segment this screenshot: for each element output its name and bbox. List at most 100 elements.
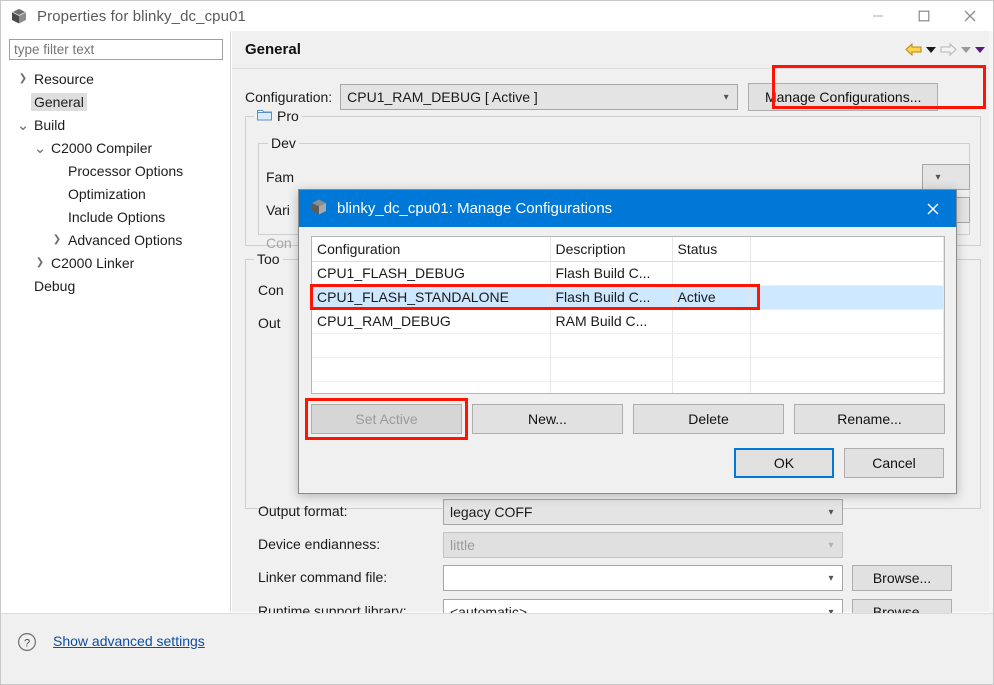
table-row[interactable] — [312, 381, 944, 393]
column-header-description[interactable]: Description — [550, 237, 673, 262]
dialog-cancel-button[interactable]: Cancel — [844, 448, 944, 478]
page-header: General — [232, 31, 993, 69]
column-header-status[interactable]: Status — [672, 237, 751, 262]
cell-description: Flash Build C... — [550, 261, 673, 286]
chevron-down-icon: ▾ — [935, 171, 941, 183]
column-header-configuration[interactable]: Configuration — [312, 237, 551, 262]
device-group-title: Dev — [268, 135, 299, 151]
sidebar-item-c2000-compiler[interactable]: ⌄ C2000 Compiler — [9, 136, 222, 159]
rename-configuration-button[interactable]: Rename... — [794, 404, 945, 434]
cell-configuration — [312, 333, 551, 358]
question-mark-icon[interactable]: ? — [17, 632, 37, 652]
sidebar-item-c2000-linker[interactable]: ❯ C2000 Linker — [9, 251, 222, 274]
sidebar-item-resource[interactable]: ❯ Resource — [9, 67, 222, 90]
manage-configurations-dialog: blinky_dc_cpu01: Manage Configurations C… — [298, 189, 957, 494]
ok-button[interactable]: OK — [734, 448, 834, 478]
field-select-2[interactable]: ▾ — [443, 565, 843, 591]
table-row[interactable]: CPU1_RAM_DEBUG RAM Build C... — [312, 309, 944, 334]
back-history-chevron-down-icon[interactable] — [926, 46, 936, 54]
configuration-select[interactable]: CPU1_RAM_DEBUG [ Active ] ▾ — [340, 84, 739, 110]
cell-status — [672, 381, 751, 393]
configurations-table-wrap: Configuration Description Status CPU1_FL… — [311, 236, 945, 394]
svg-text:?: ? — [24, 637, 30, 649]
cell-blank — [750, 261, 944, 286]
back-arrow-icon[interactable] — [905, 42, 922, 57]
configuration-actions: Set Active New... Delete Rename... — [311, 404, 945, 434]
delete-configuration-button[interactable]: Delete — [633, 404, 784, 434]
cell-blank — [750, 357, 944, 382]
dialog-footer: ? Show advanced settings Apply and Close… — [1, 613, 993, 684]
forward-arrow-icon[interactable] — [940, 42, 957, 57]
window-title: Properties for blinky_dc_cpu01 — [37, 7, 246, 25]
cell-status: Active — [672, 285, 751, 310]
sidebar-item-advanced-options[interactable]: ❯ Advanced Options — [9, 228, 222, 251]
sidebar-item-label: Processor Options — [68, 162, 184, 179]
window-controls — [855, 1, 993, 31]
sidebar-item-processor-options[interactable]: Processor Options — [9, 159, 222, 182]
sidebar-item-general[interactable]: General — [9, 90, 222, 113]
project-group-label: Pro — [277, 108, 299, 124]
chevron-down-icon: ▾ — [828, 572, 834, 584]
sidebar-item-label: C2000 Linker — [51, 254, 135, 271]
settings-tree-pane: ❯ResourceGeneral⌄Build⌄C2000 CompilerPro… — [1, 31, 231, 612]
tool-group-title: Too — [254, 251, 283, 267]
family-select[interactable]: ▾ — [922, 164, 970, 190]
new-configuration-button[interactable]: New... — [472, 404, 623, 434]
minimize-button[interactable] — [855, 1, 901, 31]
chevron-right-icon[interactable]: ❯ — [15, 73, 31, 84]
cell-status — [672, 333, 751, 358]
field-select-0[interactable]: legacy COFF ▾ — [443, 499, 843, 525]
maximize-button[interactable] — [901, 1, 947, 31]
close-icon[interactable] — [910, 190, 956, 227]
view-menu-chevron-down-icon[interactable] — [975, 46, 985, 54]
forward-history-chevron-down-icon[interactable] — [961, 46, 971, 54]
cell-status — [672, 357, 751, 382]
sidebar-item-label: Include Options — [68, 208, 166, 225]
sidebar-item-include-options[interactable]: Include Options — [9, 205, 222, 228]
table-row[interactable] — [312, 357, 944, 382]
cell-blank — [750, 333, 944, 358]
cell-status — [672, 309, 751, 334]
page-nav-icons — [905, 42, 985, 57]
cell-description — [550, 357, 673, 382]
filter-input[interactable] — [9, 39, 223, 60]
cell-configuration — [312, 357, 551, 382]
chevron-down-icon[interactable]: ⌄ — [32, 139, 48, 157]
compiler-version-label: Con — [258, 282, 284, 298]
chevron-down-icon: ▾ — [828, 506, 834, 518]
sidebar-item-build[interactable]: ⌄ Build — [9, 113, 222, 136]
column-header-blank[interactable] — [750, 237, 944, 262]
chevron-right-icon[interactable]: ❯ — [49, 234, 65, 245]
cell-blank — [750, 309, 944, 334]
cell-configuration: CPU1_FLASH_STANDALONE — [312, 285, 551, 310]
cell-blank — [750, 285, 944, 310]
sidebar-item-debug[interactable]: Debug — [9, 274, 222, 297]
properties-window: Properties for blinky_dc_cpu01 ❯Resource… — [0, 0, 994, 685]
field-label-2: Linker command file: — [258, 569, 388, 585]
settings-tree: ❯ Resource General ⌄ Build ⌄ C2000 Compiler Pro… — [9, 67, 222, 297]
chevron-down-icon[interactable]: ⌄ — [15, 116, 31, 134]
table-row[interactable]: CPU1_FLASH_DEBUG Flash Build C... — [312, 261, 944, 286]
cell-status — [672, 261, 751, 286]
page-scroll-strip[interactable] — [989, 31, 993, 684]
table-row[interactable] — [312, 333, 944, 358]
sidebar-item-label: Optimization — [68, 185, 146, 202]
show-advanced-settings-link[interactable]: Show advanced settings — [53, 633, 205, 649]
table-row[interactable]: CPU1_FLASH_STANDALONE Flash Build C... Act… — [312, 285, 944, 310]
output-type-label: Out — [258, 315, 281, 331]
field-value-1: little — [450, 537, 475, 553]
chevron-right-icon[interactable]: ❯ — [32, 257, 48, 268]
close-button[interactable] — [947, 1, 993, 31]
browse-button-2[interactable]: Browse... — [852, 565, 952, 591]
cell-description: RAM Build C... — [550, 309, 673, 334]
dialog-title: blinky_dc_cpu01: Manage Configurations — [337, 200, 613, 217]
window-titlebar: Properties for blinky_dc_cpu01 — [1, 1, 993, 31]
sidebar-item-optimization[interactable]: Optimization — [9, 182, 222, 205]
set-active-button[interactable]: Set Active — [311, 404, 462, 434]
sidebar-item-label: Resource — [34, 70, 94, 87]
manage-configurations-button[interactable]: Manage Configurations... — [748, 83, 939, 111]
chevron-down-icon: ▾ — [723, 91, 729, 103]
package-cube-icon — [310, 198, 328, 219]
cell-description — [550, 381, 673, 393]
cell-blank — [750, 381, 944, 393]
